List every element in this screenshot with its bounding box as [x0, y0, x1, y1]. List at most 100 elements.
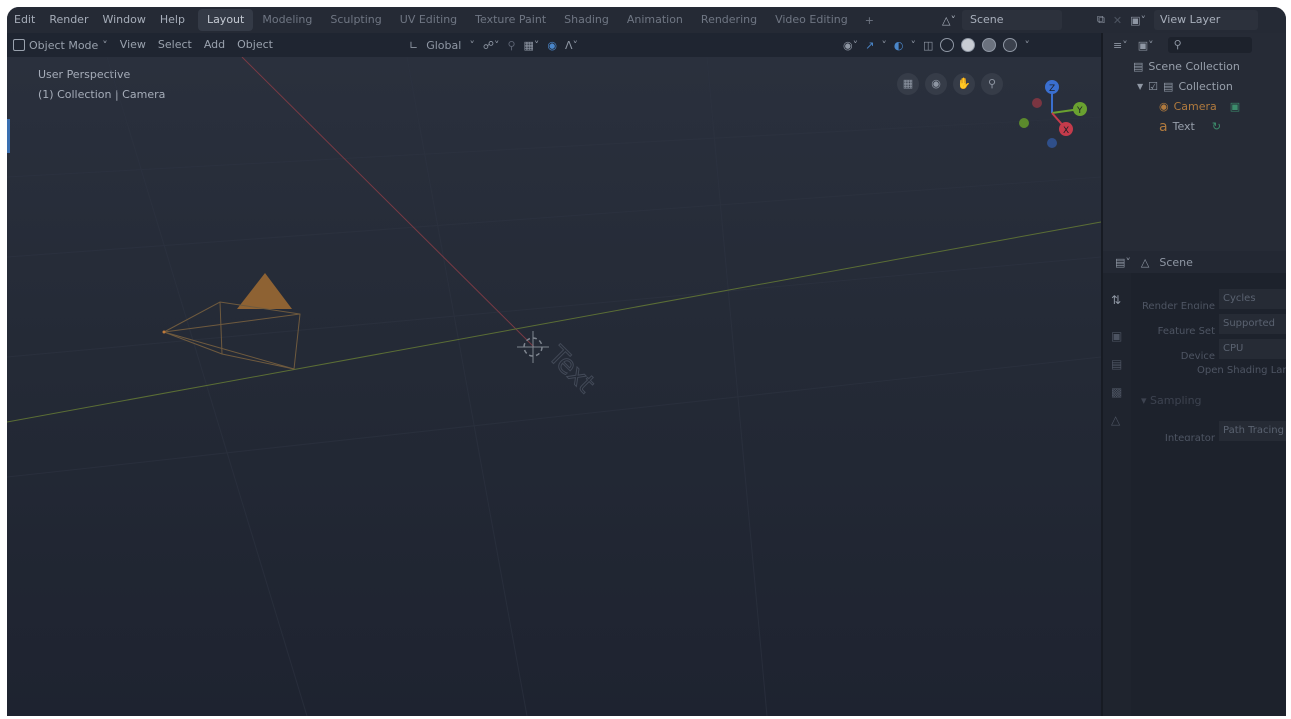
tool-icon[interactable]: ⇅ [1111, 293, 1121, 307]
copy-scene-icon[interactable]: ⧉ [1097, 13, 1105, 27]
camera-view-icon[interactable]: ◉ [925, 73, 947, 95]
object-mode-dropdown[interactable]: Object Mode ˅ [7, 39, 114, 52]
chevron-down-icon[interactable]: ˅ [910, 39, 916, 52]
text-object[interactable]: Text [541, 340, 601, 400]
grid-view-icon[interactable]: ▦ [897, 73, 919, 95]
pivot-icon[interactable]: ☍˅ [483, 39, 500, 52]
render-engine-row[interactable]: Render Engine Cycles [1131, 289, 1286, 309]
chevron-down-icon: ˅ [102, 38, 108, 52]
add-workspace-button[interactable]: + [857, 14, 882, 27]
orientation-dropdown[interactable]: Global [426, 39, 461, 52]
output-icon[interactable]: ▤ [1111, 357, 1122, 371]
orientation-icon: ∟ [409, 38, 419, 52]
scene-icon[interactable]: △ [1111, 413, 1120, 427]
outliner-scene-collection[interactable]: ▤ Scene Collection [1103, 57, 1286, 77]
render-icon[interactable]: ▣ [1111, 329, 1122, 343]
camera-object[interactable] [162, 273, 301, 370]
top-bar: Edit Render Window Help Layout Modeling … [7, 7, 1286, 33]
sampling-label: Sampling [1150, 394, 1202, 407]
chevron-down-icon[interactable]: ˅ [1024, 39, 1030, 52]
tab-rendering[interactable]: Rendering [692, 9, 766, 31]
snap-icon[interactable]: ⚲ [507, 39, 515, 52]
close-icon[interactable]: ✕ [1113, 14, 1122, 27]
3d-cursor[interactable] [517, 331, 549, 363]
pan-hand-icon[interactable]: ✋ [953, 73, 975, 95]
solid-shading-icon[interactable] [961, 38, 976, 52]
scene-selector[interactable]: △˅ Scene [942, 10, 1062, 30]
device-row[interactable]: Device CPU [1131, 339, 1286, 359]
render-engine-value[interactable]: Cycles [1219, 289, 1286, 309]
editor-type-icon[interactable]: ▤˅ [1115, 256, 1131, 269]
rendered-shading-icon[interactable] [1003, 38, 1018, 52]
menu-view[interactable]: View [114, 33, 152, 57]
viewport-scene: Text [7, 57, 1101, 716]
checkbox-icon[interactable]: ☑ [1148, 77, 1158, 97]
gizmo-neg-x[interactable] [1032, 98, 1042, 108]
menu-help[interactable]: Help [153, 7, 192, 33]
sampling-section-header[interactable]: ▾ Sampling [1141, 394, 1202, 407]
wireframe-shading-icon[interactable] [940, 38, 955, 52]
material-shading-icon[interactable] [982, 38, 997, 52]
object-mode-label: Object Mode [29, 38, 99, 52]
tab-sculpting[interactable]: Sculpting [321, 9, 390, 31]
3d-viewport[interactable]: User Perspective (1) Collection | Camera [7, 57, 1101, 716]
outliner-item-camera[interactable]: ◉ Camera ▣ [1103, 97, 1286, 117]
outliner-item-text[interactable]: a Text ↻ [1103, 117, 1286, 137]
tab-animation[interactable]: Animation [618, 9, 692, 31]
outliner-collection[interactable]: ▼ ☑ ▤ Collection [1103, 77, 1286, 97]
view-layer-selector[interactable]: ⧉ ✕ ▣˅ View Layer [1097, 10, 1258, 30]
device-value[interactable]: CPU [1219, 339, 1286, 359]
navigation-gizmo[interactable]: Z Y X [1012, 73, 1092, 153]
main-menu: Edit Render Window Help [7, 7, 192, 33]
tab-shading[interactable]: Shading [555, 9, 618, 31]
view-layer-field[interactable]: View Layer [1153, 10, 1258, 30]
feature-set-value[interactable]: Supported [1219, 314, 1286, 334]
menu-edit[interactable]: Edit [7, 7, 42, 33]
tab-modeling[interactable]: Modeling [253, 9, 321, 31]
zoom-icon[interactable]: ⚲ [981, 73, 1003, 95]
scene-collection-label: Scene Collection [1148, 60, 1240, 73]
overlay-toggle-icon[interactable]: ◐ [894, 39, 904, 52]
tab-layout[interactable]: Layout [197, 9, 254, 31]
snap-target-icon[interactable]: ▦˅ [524, 39, 540, 52]
properties-scene-label: Scene [1159, 255, 1193, 269]
filter-icon[interactable]: ▣˅ [1138, 39, 1154, 52]
text-data-icon[interactable]: ↻ [1212, 117, 1221, 137]
menu-object[interactable]: Object [231, 33, 279, 57]
integrator-row[interactable]: Integrator Path Tracing [1131, 421, 1286, 441]
outliner-panel: ≡˅ ▣˅ ⚲ ▤ Scene Collection ▼ ☑ ▤ Collect… [1103, 33, 1286, 251]
integrator-value[interactable]: Path Tracing [1219, 421, 1286, 441]
xray-icon[interactable]: ◫ [923, 39, 933, 52]
gizmo-neg-y[interactable] [1019, 118, 1029, 128]
tab-texture-paint[interactable]: Texture Paint [466, 9, 555, 31]
display-mode-icon[interactable]: ≡˅ [1113, 39, 1128, 52]
chevron-down-icon[interactable]: ˅ [469, 39, 475, 52]
visibility-icon[interactable]: ◉˅ [843, 39, 858, 52]
tab-video-editing[interactable]: Video Editing [766, 9, 857, 31]
menu-window[interactable]: Window [95, 7, 152, 33]
gizmo-neg-z[interactable] [1047, 138, 1057, 148]
menu-add[interactable]: Add [198, 33, 231, 57]
osl-checkbox[interactable]: Open Shading Language [1131, 361, 1286, 381]
falloff-icon[interactable]: Λ˅ [565, 39, 578, 52]
integrator-label: Integrator [1164, 433, 1215, 441]
menu-select[interactable]: Select [152, 33, 198, 57]
view-layer-icon[interactable]: ▩ [1111, 385, 1122, 399]
outliner-header: ≡˅ ▣˅ ⚲ [1103, 33, 1286, 57]
feature-set-row[interactable]: Feature Set Supported [1131, 314, 1286, 334]
transform-tools: ∟ Global ˅ ☍˅ ⚲ ▦˅ ◉ Λ˅ [409, 33, 578, 57]
camera-object-icon: ◉ [1159, 100, 1169, 113]
scene-name-field[interactable]: Scene [961, 10, 1062, 30]
menu-render[interactable]: Render [42, 7, 95, 33]
expand-arrow-icon[interactable]: ▼ [1137, 77, 1143, 97]
scene-icon: △˅ [942, 13, 956, 27]
proportional-edit-icon[interactable]: ◉ [547, 39, 557, 52]
tab-uv-editing[interactable]: UV Editing [391, 9, 466, 31]
y-axis-line [7, 221, 1101, 423]
camera-data-icon[interactable]: ▣ [1230, 97, 1240, 117]
search-icon[interactable]: ⚲ [1167, 37, 1252, 53]
gizmo-toggle-icon[interactable]: ↗ [865, 39, 874, 52]
workspace-tabs: Layout Modeling Sculpting UV Editing Tex… [197, 7, 882, 33]
collection-icon: ▤ [1163, 80, 1174, 93]
chevron-down-icon[interactable]: ˅ [881, 39, 887, 52]
